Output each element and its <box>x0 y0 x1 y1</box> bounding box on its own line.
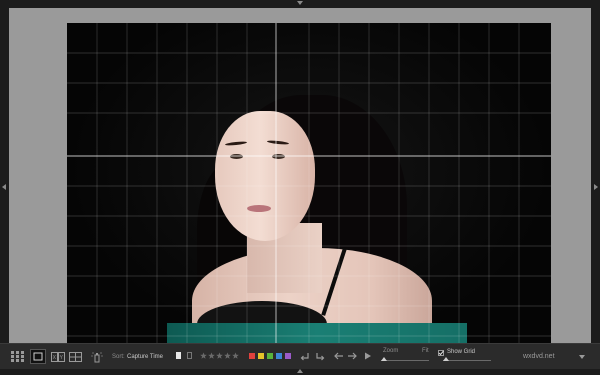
compare-view-icon[interactable]: XY <box>51 352 65 362</box>
right-panel-toggle-icon[interactable] <box>594 184 598 190</box>
color-label-swatch[interactable] <box>267 353 273 359</box>
right-panel-strip <box>591 8 600 343</box>
bottom-panel-toggle-icon[interactable] <box>297 369 303 373</box>
svg-text:X: X <box>53 355 57 361</box>
previous-photo-icon[interactable] <box>334 352 344 360</box>
loupe-view <box>9 8 591 347</box>
color-label-swatch[interactable] <box>276 353 282 359</box>
rotate-left-icon[interactable] <box>300 351 310 361</box>
zoom-label: Zoom <box>383 348 399 354</box>
left-panel-toggle-icon[interactable] <box>2 184 6 190</box>
sort-label: Sort: <box>112 354 125 360</box>
reject-flag-icon[interactable] <box>187 352 192 359</box>
zoom-slider-track[interactable] <box>381 360 429 361</box>
filmstrip-toolbar: XY Sort: Capture Time Zoom Fit Show Grid… <box>0 343 600 369</box>
survey-view-icon[interactable] <box>69 352 82 362</box>
loupe-view-button[interactable] <box>30 349 46 364</box>
show-grid-label: Show Grid <box>447 349 476 355</box>
grid-size-slider-track[interactable] <box>443 360 491 361</box>
watermark-text: wxdvd.net <box>523 353 555 360</box>
zoom-slider-thumb-icon[interactable] <box>381 357 387 361</box>
star-rating[interactable] <box>200 352 240 360</box>
toolbar-menu-chevron-icon[interactable] <box>579 355 585 359</box>
zoom-fit-label: Fit <box>422 348 429 354</box>
painter-spray-can-icon[interactable] <box>91 351 103 363</box>
next-photo-icon[interactable] <box>347 352 357 360</box>
left-panel-strip <box>0 8 9 343</box>
checkmark-icon <box>438 350 444 356</box>
grid-size-slider-thumb-icon[interactable] <box>443 357 449 361</box>
rotate-right-icon[interactable] <box>315 351 325 361</box>
sort-order-select[interactable]: Capture Time <box>127 354 163 360</box>
color-label-swatch[interactable] <box>258 353 264 359</box>
loupe-grid-overlay <box>67 23 551 347</box>
play-slideshow-icon[interactable] <box>364 352 372 360</box>
color-label-swatch[interactable] <box>285 353 291 359</box>
loupe-view-icon <box>33 352 43 361</box>
color-label-swatch[interactable] <box>249 353 255 359</box>
show-grid-checkbox[interactable] <box>438 350 444 356</box>
svg-text:Y: Y <box>60 355 64 361</box>
pick-flag-icon[interactable] <box>176 352 181 359</box>
grid-view-icon[interactable] <box>11 351 24 362</box>
star-icons <box>200 352 239 359</box>
portrait-photo[interactable] <box>67 23 551 347</box>
top-panel-toggle-icon[interactable] <box>297 1 303 5</box>
